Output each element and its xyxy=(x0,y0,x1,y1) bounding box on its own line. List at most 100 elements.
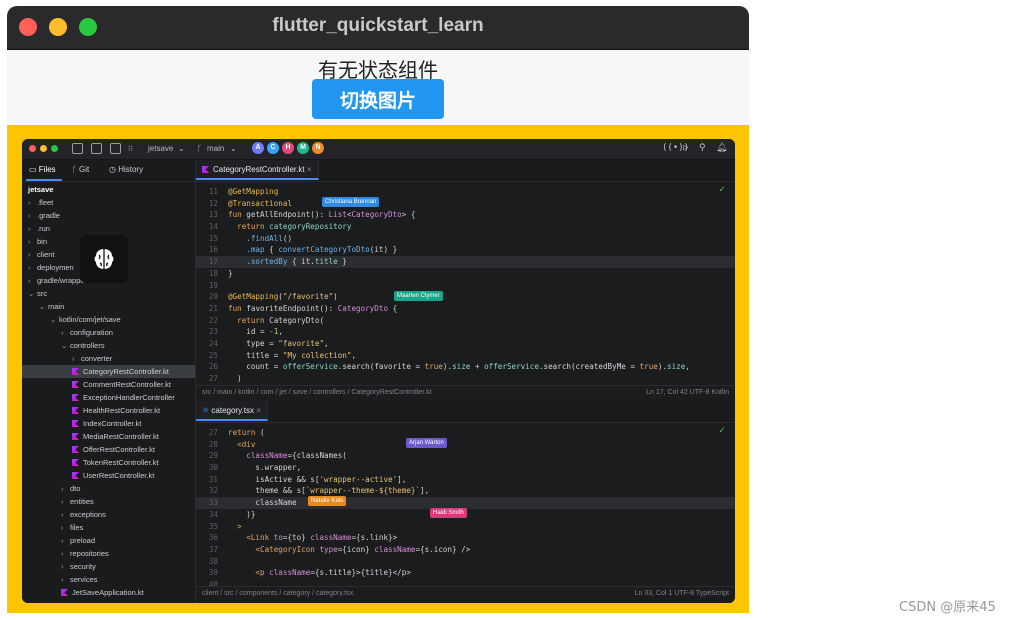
chevron-down-icon: ⌄ xyxy=(39,302,46,311)
tree-item: › files xyxy=(22,521,195,534)
panel-bottom-icon xyxy=(91,143,102,154)
ide-zoom-dot xyxy=(51,145,58,152)
avatar: N xyxy=(312,142,324,154)
chevron-right-icon: › xyxy=(61,523,64,532)
editor1-tab-bar: CategoryRestController.kt × xyxy=(196,160,735,182)
chevron-right-icon: › xyxy=(61,328,64,337)
chevron-right-icon: › xyxy=(61,575,64,584)
brain-overlay-icon xyxy=(80,235,128,283)
tree-item-label: entities xyxy=(70,497,94,506)
tree-item-label: files xyxy=(70,523,84,532)
tree-item: ⌄ controllers xyxy=(22,339,195,352)
tree-item: › entities xyxy=(22,495,195,508)
app-window: flutter_quickstart_learn 有无状态组件 切换图片 ⁝⁝ … xyxy=(7,6,749,613)
tree-item-label: repositories xyxy=(70,549,109,558)
ide-toolbar: ⁝⁝ jetsave ⌄ ᚴ main ⌄ ACHMN ((•)) ▷ ⚲ 🔔︎ xyxy=(22,139,735,160)
tree-item-label: MediaRestController.kt xyxy=(83,432,159,441)
tree-item: ⌄ main xyxy=(22,300,195,313)
chevron-right-icon: › xyxy=(28,211,31,220)
tree-item-label: kotlin/com/jet/save xyxy=(59,315,121,324)
tab-git: ᚴ Git xyxy=(72,165,90,174)
tree-item: UserRestController.kt xyxy=(22,469,195,482)
tree-item-label: converter xyxy=(81,354,113,363)
app-content: 有无状态组件 切换图片 ⁝⁝ jetsave ⌄ ᚴ main ⌄ ACHM N… xyxy=(7,50,749,613)
kotlin-file-icon xyxy=(72,381,79,388)
chevron-right-icon: › xyxy=(61,549,64,558)
project-selector: jetsave xyxy=(148,144,174,153)
panel-right-icon xyxy=(110,143,121,154)
tree-item-label: ExceptionHandlerController xyxy=(83,393,175,402)
tree-item: HealthRestController.kt xyxy=(22,404,195,417)
ide-close-dot xyxy=(29,145,36,152)
avatar: A xyxy=(252,142,264,154)
chevron-down-icon: ⌄ xyxy=(50,315,57,324)
image-frame: ⁝⁝ jetsave ⌄ ᚴ main ⌄ ACHMN ((•)) ▷ ⚲ 🔔︎… xyxy=(7,125,749,613)
tree-item: › security xyxy=(22,560,195,573)
tree-item: › .run xyxy=(22,222,195,235)
title-bar: flutter_quickstart_learn xyxy=(7,6,749,50)
tree-item: › .gradle xyxy=(22,209,195,222)
tree-item-label: services xyxy=(70,575,98,584)
tree-item: › configuration xyxy=(22,326,195,339)
kotlin-file-icon xyxy=(72,446,79,453)
tree-item: › preload xyxy=(22,534,195,547)
tab-files: ▭ Files xyxy=(29,165,56,174)
tree-item-label: bin xyxy=(37,237,48,246)
editor-area: CategoryRestController.kt × ✓ 11 @GetMapp… xyxy=(196,160,735,603)
switch-image-button[interactable]: 切换图片 xyxy=(312,79,444,119)
tree-item: › services xyxy=(22,573,195,586)
tree-item-label: JetSaveApplication.kt xyxy=(72,588,144,597)
chevron-right-icon: › xyxy=(28,250,31,259)
tree-item-label: client xyxy=(37,250,55,259)
tree-item: ⌄ src xyxy=(22,287,195,300)
chevron-right-icon: › xyxy=(61,484,64,493)
tree-item: › converter xyxy=(22,352,195,365)
tree-item-label: src xyxy=(37,289,47,298)
tree-item: › dto xyxy=(22,482,195,495)
tree-item-label: CommentRestController.kt xyxy=(83,380,171,389)
cursor-position: Ln 33, Col 1 UTF-8 TypeScript xyxy=(634,590,729,597)
tree-item: TokenRestController.kt xyxy=(22,456,195,469)
grid-icon: ⁝⁝ xyxy=(128,144,134,153)
collaborator-cursor-label: Arjan Warton xyxy=(406,438,447,448)
tree-item: › exceptions xyxy=(22,508,195,521)
tree-item: › repositories xyxy=(22,547,195,560)
branch-name: main xyxy=(207,144,225,153)
tree-item: OfferRestController.kt xyxy=(22,443,195,456)
editor1-code: 11 @GetMapping 12 @Transactional 13 fun get… xyxy=(196,186,735,385)
watermark: CSDN @原来45 xyxy=(899,600,996,615)
tree-item-label: .run xyxy=(37,224,50,233)
tree-item: IndexController.kt xyxy=(22,417,195,430)
tree-item-label: UserRestController.kt xyxy=(83,471,155,480)
run-icon: ▷ xyxy=(683,143,689,153)
tree-item-label: IndexController.kt xyxy=(83,419,142,428)
ide-screenshot-image: ⁝⁝ jetsave ⌄ ᚴ main ⌄ ACHMN ((•)) ▷ ⚲ 🔔︎… xyxy=(22,139,735,603)
file-path: client / src / components / category / c… xyxy=(202,590,354,597)
collaborator-cursor-label: Maarten Clymer xyxy=(394,291,443,301)
collaborator-cursor-label: Natalie Kats xyxy=(308,496,347,506)
kotlin-file-icon xyxy=(72,394,79,401)
collaborator-cursor-label: Haidi Smith xyxy=(430,508,467,518)
chevron-right-icon: › xyxy=(28,263,31,272)
chevron-right-icon: › xyxy=(28,237,31,246)
tab-category-rest-controller: CategoryRestController.kt × xyxy=(196,160,319,180)
ide-minimize-dot xyxy=(40,145,47,152)
chevron-right-icon: › xyxy=(28,224,31,233)
search-icon: ⚲ xyxy=(699,143,706,153)
tree-item-label: exceptions xyxy=(70,510,106,519)
tree-item: MediaRestController.kt xyxy=(22,430,195,443)
avatar: C xyxy=(267,142,279,154)
chevron-right-icon: › xyxy=(61,562,64,571)
chevron-right-icon: › xyxy=(61,536,64,545)
chevron-down-icon: ⌄ xyxy=(230,144,237,153)
tree-item: CategoryRestController.kt xyxy=(22,365,195,378)
tree-item: CommentRestController.kt xyxy=(22,378,195,391)
avatar: M xyxy=(297,142,309,154)
editor2-status-bar: client / src / components / category / c… xyxy=(196,586,735,601)
tree-item-label: main xyxy=(48,302,65,311)
tree-item-label: .fleet xyxy=(37,198,54,207)
branch-icon: ᚴ xyxy=(197,144,202,153)
active-tab-indicator xyxy=(26,179,62,181)
bell-icon: 🔔︎ xyxy=(716,143,728,153)
tree-item-label: TokenRestController.kt xyxy=(83,458,159,467)
